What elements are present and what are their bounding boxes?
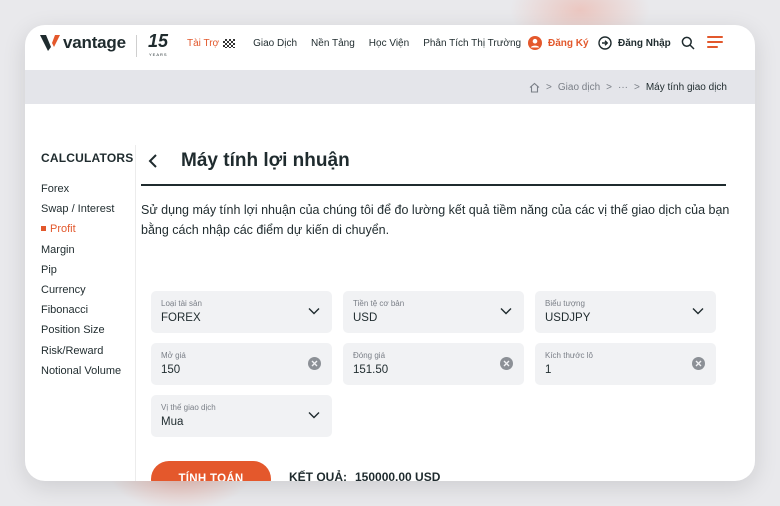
breadcrumb-ellipsis[interactable]: ···: [618, 82, 628, 93]
register-button[interactable]: Đăng Ký: [528, 25, 589, 61]
chevron-down-icon: [308, 412, 320, 419]
clear-icon[interactable]: [308, 357, 321, 370]
field-label: Biểu tượng: [545, 299, 585, 308]
search-icon[interactable]: [681, 36, 695, 50]
chevron-down-icon: [500, 308, 512, 315]
site-header: vantage 15 YEARS Tài Trợ Giao Dịch Nền T…: [25, 25, 755, 69]
home-icon[interactable]: [529, 82, 540, 93]
field-label: Loại tài sản: [161, 299, 202, 308]
field-value: USD: [353, 312, 378, 324]
main-nav: Tài Trợ Giao Dịch Nền Tảng Học Viện Phân…: [187, 25, 535, 61]
field-label: Mở giá: [161, 351, 186, 360]
nav-item-sponsorship[interactable]: Tài Trợ: [187, 38, 236, 49]
anniversary-badge: 15: [148, 31, 169, 51]
field-value: 150: [161, 364, 181, 376]
sidebar-item-position-size[interactable]: Position Size: [41, 320, 141, 340]
sidebar-item-risk-reward[interactable]: Risk/Reward: [41, 341, 141, 361]
breadcrumb-trading[interactable]: Giao dịch: [558, 82, 600, 93]
title-underline: [141, 184, 726, 186]
nav-item-academy[interactable]: Học Viện: [369, 38, 409, 49]
back-chevron-icon[interactable]: [147, 153, 159, 169]
clear-icon[interactable]: [500, 357, 513, 370]
close-price-input[interactable]: Đóng giá 151.50: [343, 343, 524, 385]
result-display: KẾT QUẢ: 150000.00 USD: [289, 470, 440, 481]
page-title: Máy tính lợi nhuận: [181, 150, 350, 171]
chevron-down-icon: [308, 308, 320, 315]
base-currency-select[interactable]: Tiền tệ cơ bản USD: [343, 291, 524, 333]
vantage-logo[interactable]: vantage: [40, 33, 126, 53]
user-icon: [528, 36, 542, 50]
calculators-sidebar: CALCULATORS Forex Swap / Interest Profit…: [41, 151, 141, 381]
sidebar-divider: [135, 145, 136, 481]
breadcrumb-bar: > Giao dịch > ··· > Máy tính giao dịch: [25, 70, 755, 104]
clear-icon[interactable]: [692, 357, 705, 370]
breadcrumb: > Giao dịch > ··· > Máy tính giao dịch: [529, 70, 727, 104]
position-select[interactable]: Vị thế giao dịch Mua: [151, 395, 332, 437]
sidebar-item-currency[interactable]: Currency: [41, 280, 141, 300]
brand-name: vantage: [63, 33, 126, 52]
breadcrumb-separator: >: [633, 81, 640, 93]
asset-type-select[interactable]: Loại tài sản FOREX: [151, 291, 332, 333]
page-description: Sử dụng máy tính lợi nhuận của chúng tôi…: [141, 203, 730, 237]
sidebar-item-forex[interactable]: Forex: [41, 179, 141, 199]
field-label: Đóng giá: [353, 351, 386, 360]
logo-divider: [136, 35, 137, 57]
chevron-down-icon: [692, 308, 704, 315]
sidebar-title: CALCULATORS: [41, 151, 134, 165]
field-value: USDJPY: [545, 312, 591, 324]
lot-size-input[interactable]: Kích thước lô 1: [535, 343, 716, 385]
sidebar-item-swap-interest[interactable]: Swap / Interest: [41, 199, 141, 219]
sidebar-item-notional-volume[interactable]: Notional Volume: [41, 361, 141, 381]
login-button[interactable]: Đăng Nhập: [598, 25, 671, 61]
breadcrumb-separator: >: [546, 81, 552, 93]
calculate-button[interactable]: TÍNH TOÁN: [151, 461, 271, 481]
checkered-flag-icon: [223, 38, 236, 48]
symbol-select[interactable]: Biểu tượng USDJPY: [535, 291, 716, 333]
sidebar-item-profit[interactable]: Profit: [41, 219, 141, 239]
title-row: Máy tính lợi nhuận: [141, 148, 350, 174]
browser-window: vantage 15 YEARS Tài Trợ Giao Dịch Nền T…: [25, 25, 755, 481]
sidebar-item-margin[interactable]: Margin: [41, 240, 141, 260]
field-label: Kích thước lô: [545, 351, 593, 360]
login-icon: [598, 36, 612, 50]
anniversary-sub: YEARS: [149, 52, 168, 57]
nav-item-platforms[interactable]: Nền Tảng: [311, 38, 355, 49]
sidebar-item-pip[interactable]: Pip: [41, 260, 141, 280]
open-price-input[interactable]: Mở giá 150: [151, 343, 332, 385]
nav-item-market-analysis[interactable]: Phân Tích Thị Trường: [423, 38, 521, 49]
vantage-logo-icon: [40, 35, 60, 51]
field-value: FOREX: [161, 312, 201, 324]
field-value: Mua: [161, 416, 184, 428]
field-label: Vị thế giao dịch: [161, 403, 216, 412]
field-label: Tiền tệ cơ bản: [353, 299, 405, 308]
result-value: 150000.00 USD: [355, 470, 441, 481]
breadcrumb-separator: >: [606, 81, 612, 93]
hamburger-menu-icon[interactable]: [707, 36, 723, 50]
breadcrumb-current: Máy tính giao dịch: [645, 81, 727, 93]
field-value: 151.50: [353, 364, 389, 376]
field-value: 1: [545, 364, 552, 376]
nav-item-trading[interactable]: Giao Dịch: [253, 38, 297, 49]
sidebar-item-fibonacci[interactable]: Fibonacci: [41, 300, 141, 320]
result-label: KẾT QUẢ:: [289, 470, 347, 481]
